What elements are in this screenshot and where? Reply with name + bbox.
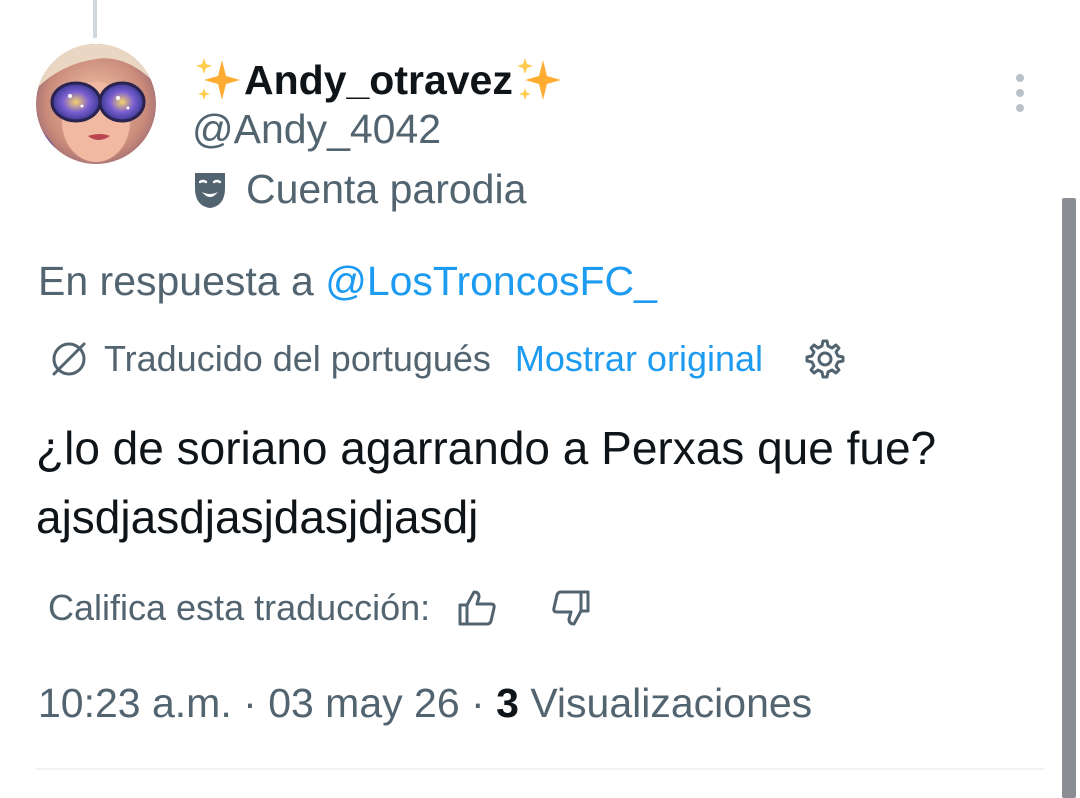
display-name-text: Andy_otravez <box>244 56 513 103</box>
gear-icon[interactable] <box>801 337 845 381</box>
tweet-meta: 10:23 a.m. · 03 may 26 · 3 Visualizacion… <box>38 680 812 727</box>
display-name[interactable]: Andy_otravez <box>192 50 565 110</box>
reply-prefix: En respuesta a <box>38 258 314 304</box>
reply-context: En respuesta a @LosTroncosFC_ <box>38 258 657 305</box>
tweet-date[interactable]: 03 may 26 <box>268 680 459 726</box>
avatar-image <box>36 44 156 164</box>
rate-label: Califica esta traducción: <box>48 587 431 628</box>
translation-status: Traducido del portugués <box>104 338 491 379</box>
tweet-time[interactable]: 10:23 a.m. <box>38 680 232 726</box>
thumbs-up-icon[interactable] <box>456 587 498 629</box>
show-original-link[interactable]: Mostrar original <box>515 338 763 380</box>
views-label: Visualizaciones <box>530 680 813 726</box>
sparkles-icon <box>196 58 240 100</box>
user-avatar[interactable] <box>36 44 156 164</box>
reply-to-link[interactable]: @LosTroncosFC_ <box>325 258 657 304</box>
user-handle[interactable]: @Andy_4042 <box>192 106 441 153</box>
translate-icon <box>52 342 86 376</box>
divider <box>36 768 1044 770</box>
parody-label-text: Cuenta parodia <box>246 166 527 212</box>
theater-mask-icon <box>195 172 225 208</box>
separator-dot: · <box>471 680 497 726</box>
more-options-icon[interactable] <box>1006 70 1034 116</box>
parody-account-label: Cuenta parodia <box>192 166 526 213</box>
translation-bar: Traducido del portugués Mostrar original <box>46 334 845 384</box>
views-count: 3 <box>496 680 519 726</box>
scrollbar[interactable] <box>1062 198 1076 798</box>
thumbs-down-icon[interactable] <box>550 587 592 629</box>
thread-connector-line <box>93 0 97 38</box>
sparkles-icon <box>516 58 561 100</box>
rate-translation: Califica esta traducción: <box>48 582 592 634</box>
tweet-text: ¿lo de soriano agarrando a Perxas que fu… <box>36 422 937 543</box>
separator-dot: · <box>243 680 269 726</box>
